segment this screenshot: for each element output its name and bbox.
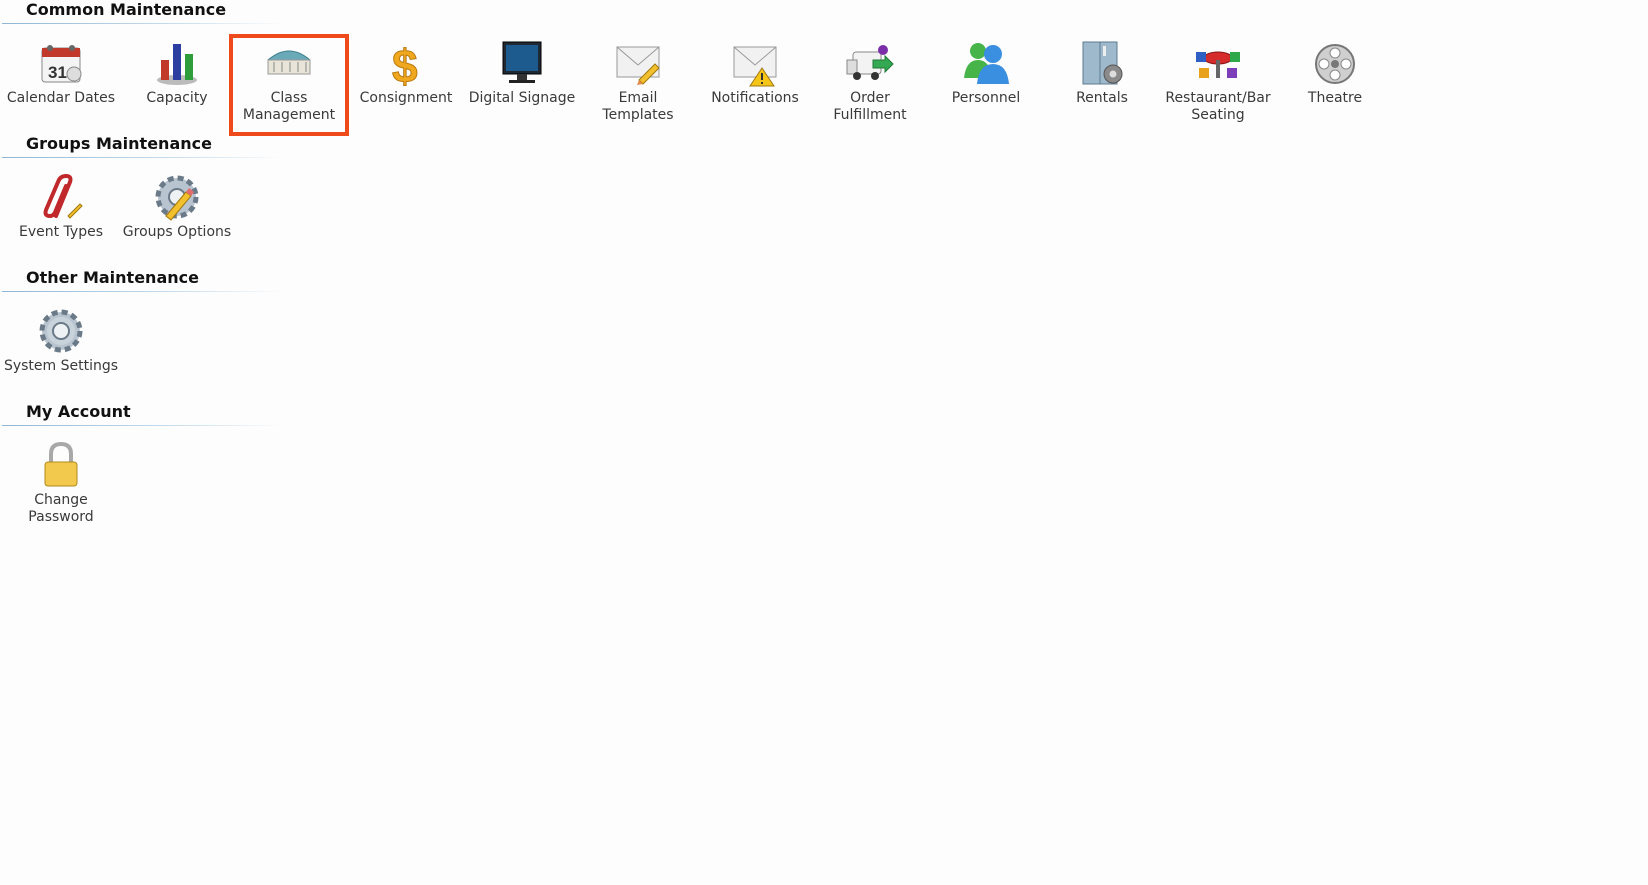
tile-label: Rentals <box>1076 90 1128 106</box>
tile-theatre[interactable]: Theatre <box>1274 34 1396 136</box>
tile-label: Theatre <box>1307 90 1363 106</box>
tile-groups-options[interactable]: Groups Options <box>116 168 238 270</box>
dollar-icon: $ <box>381 38 431 89</box>
table-chairs-icon <box>1193 38 1243 88</box>
tile-label: Groups Options <box>122 224 232 240</box>
section-title: Common Maintenance <box>26 0 227 19</box>
monitor-icon <box>497 38 547 88</box>
tile-label: Capacity <box>146 90 208 106</box>
tile-capacity[interactable]: Capacity <box>116 34 238 136</box>
tile-consignment[interactable]: $ Consignment <box>345 34 467 136</box>
paperclip-icon <box>36 172 86 222</box>
tile-label: Consignment <box>359 90 453 106</box>
tile-digital-signage[interactable]: Digital Signage <box>461 34 583 136</box>
locker-gear-icon <box>1077 38 1127 88</box>
tile-restaurant-bar-seating[interactable]: Restaurant/Bar Seating <box>1157 34 1279 136</box>
tile-label: Notifications <box>711 90 799 106</box>
bar-chart-icon <box>152 38 202 88</box>
tile-change-password[interactable]: Change Password <box>0 436 122 538</box>
tile-label: Digital Signage <box>468 90 576 106</box>
tile-rentals[interactable]: Rentals <box>1041 34 1163 136</box>
section-divider <box>2 425 284 426</box>
tile-label: Email Templates <box>602 90 674 123</box>
tile-label: Order Fulfillment <box>833 90 907 123</box>
tile-email-templates[interactable]: Email Templates <box>577 34 699 136</box>
section-divider <box>2 157 284 158</box>
svg-text:$: $ <box>392 40 418 88</box>
tile-label: Restaurant/Bar Seating <box>1165 90 1271 123</box>
film-reel-icon <box>1310 38 1360 88</box>
tile-class-management[interactable]: Class Management <box>229 34 349 136</box>
tile-label: Personnel <box>951 90 1021 106</box>
section-title: Groups Maintenance <box>26 134 212 153</box>
tile-notifications[interactable]: Notifications <box>694 34 816 136</box>
envelope-pencil-icon <box>613 38 663 88</box>
tile-label: Class Management <box>242 90 336 123</box>
delivery-truck-icon <box>845 38 895 88</box>
tile-order-fulfillment[interactable]: Order Fulfillment <box>809 34 931 136</box>
section-title: My Account <box>26 402 131 421</box>
section-divider <box>2 291 284 292</box>
tile-label: Calendar Dates <box>6 90 116 106</box>
section-title: Other Maintenance <box>26 268 199 287</box>
section-divider <box>2 23 284 24</box>
padlock-icon <box>36 440 86 490</box>
calendar-icon: 31 <box>36 38 86 88</box>
people-icon <box>961 38 1011 88</box>
tile-event-types[interactable]: Event Types <box>0 168 122 270</box>
tile-system-settings[interactable]: System Settings <box>0 302 122 404</box>
building-icon <box>264 38 314 88</box>
envelope-warning-icon <box>730 38 780 88</box>
tile-personnel[interactable]: Personnel <box>925 34 1047 136</box>
svg-text:31: 31 <box>48 63 67 82</box>
tile-calendar-dates[interactable]: 31 Calendar Dates <box>0 34 122 136</box>
gear-pencil-icon <box>152 172 202 222</box>
tile-label: Event Types <box>18 224 103 240</box>
tile-label: System Settings <box>3 358 119 374</box>
tile-label: Change Password <box>28 492 94 525</box>
gear-icon <box>36 306 86 356</box>
